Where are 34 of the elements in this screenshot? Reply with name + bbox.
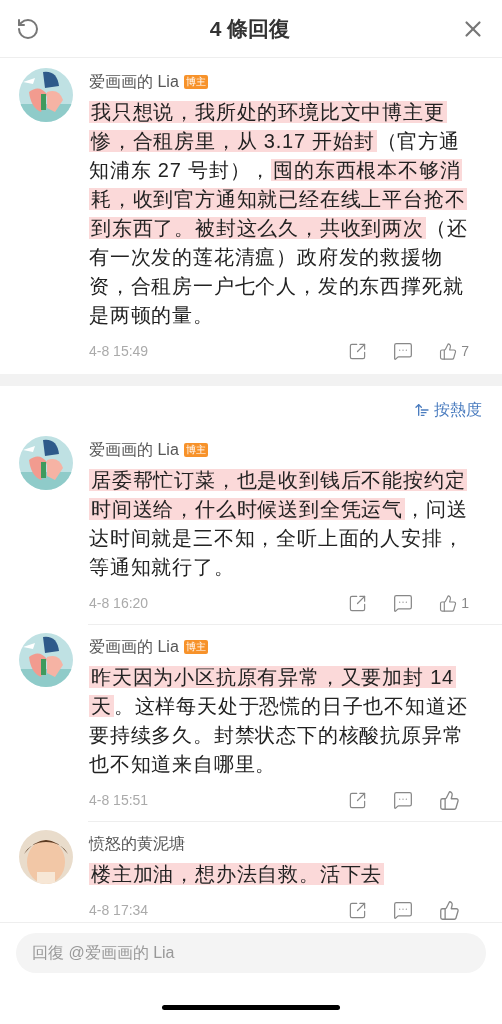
refresh-icon[interactable]: [16, 16, 40, 41]
author-badge: 博主: [183, 640, 208, 654]
timestamp: 4-8 16:20: [89, 593, 150, 613]
like-count: 1: [461, 593, 469, 613]
sort-button[interactable]: 按熱度: [414, 398, 482, 422]
reply-field[interactable]: 回復 @爱画画的 Lia: [16, 933, 486, 973]
author-name[interactable]: 爱画画的 Lia: [89, 438, 179, 462]
comment-text: 我只想说，我所处的环境比文中博主更惨，合租房里，从 3.17 开始封（官方通知浦东 27 号封），囤的东西根本不够消耗，收到官方通知就已经在线上平台抢不到东西了。被封这么久，共收到两次（还有一次发的莲花清瘟）政府发的救援物资，合租房一户七个人，发的东西撑死就是两顿的量。: [89, 100, 469, 328]
comment-icon[interactable]: [393, 790, 413, 810]
comment-text: 昨天因为小区抗原有异常，又要加封 14 天。这样每天处于恐慌的日子也不知道还要持续多久。封禁状态下的核酸抗原异常也不知道来自哪里。: [89, 665, 469, 777]
sort-icon: [414, 402, 430, 418]
author-badge: 博主: [183, 443, 208, 457]
comment-icon[interactable]: [393, 900, 413, 920]
like-count: 7: [461, 341, 469, 361]
like-icon[interactable]: [439, 592, 458, 614]
like-icon[interactable]: [439, 789, 460, 811]
like-icon[interactable]: [439, 899, 460, 921]
header-title: 4 條回復: [208, 15, 292, 42]
comment-text: 楼主加油，想办法自救。活下去: [89, 862, 386, 887]
author-name[interactable]: 爱画画的 Lia: [89, 635, 179, 659]
timestamp: 4-8 15:49: [89, 341, 150, 361]
share-icon[interactable]: [348, 900, 367, 920]
author-badge: 博主: [183, 75, 208, 89]
share-icon[interactable]: [348, 341, 367, 361]
comment-icon[interactable]: [393, 341, 413, 361]
share-icon[interactable]: [348, 790, 367, 810]
like-icon[interactable]: [439, 340, 458, 362]
author-name[interactable]: 愤怒的黄泥塘: [89, 832, 185, 856]
timestamp: 4-8 17:34: [89, 900, 150, 920]
author-name[interactable]: 爱画画的 Lia: [89, 70, 179, 94]
timestamp: 4-8 15:51: [89, 790, 150, 810]
share-icon[interactable]: [348, 593, 367, 613]
comment-text: 居委帮忙订菜，也是收到钱后不能按约定时间送给，什么时候送到全凭运气，问送达时间就是三不知，全听上面的人安排，等通知就行了。: [89, 468, 469, 580]
comment-icon[interactable]: [393, 593, 413, 613]
